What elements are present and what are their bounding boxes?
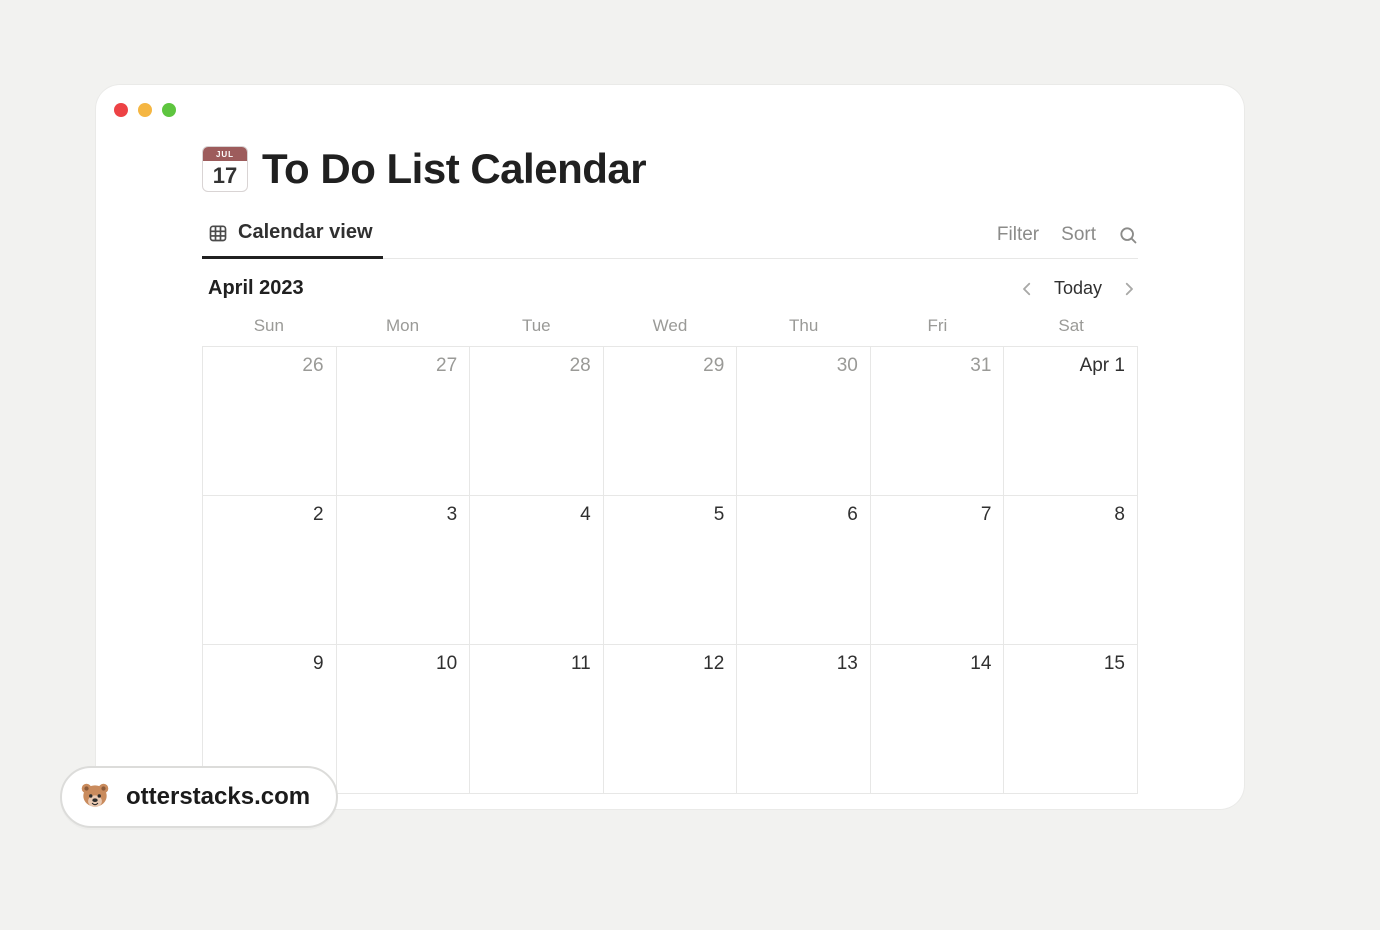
day-cell[interactable]: 26 xyxy=(203,347,337,496)
bottom-fade xyxy=(0,870,1380,930)
day-number: 29 xyxy=(703,355,724,377)
day-cell[interactable]: 28 xyxy=(470,347,604,496)
page-title-row: JUL 17 To Do List Calendar xyxy=(202,145,1138,193)
day-number: 5 xyxy=(714,504,725,526)
day-number: 3 xyxy=(447,504,458,526)
next-month-button[interactable] xyxy=(1120,280,1138,298)
month-nav: Today xyxy=(1018,278,1138,299)
source-badge[interactable]: otterstacks.com xyxy=(60,766,338,828)
day-cell[interactable]: 13 xyxy=(737,645,871,794)
day-cell[interactable]: 3 xyxy=(337,496,471,645)
day-number: 6 xyxy=(847,504,858,526)
day-number: 11 xyxy=(571,653,591,675)
day-cell[interactable]: 5 xyxy=(604,496,738,645)
dow-label: Thu xyxy=(737,316,871,346)
day-cell[interactable]: 4 xyxy=(470,496,604,645)
sort-button[interactable]: Sort xyxy=(1061,224,1096,246)
view-tabs: Calendar view Filter Sort xyxy=(202,221,1138,259)
page-content: JUL 17 To Do List Calendar Calendar view… xyxy=(96,117,1244,794)
calendar-icon-day: 17 xyxy=(203,161,247,191)
day-number: 12 xyxy=(703,653,724,675)
dow-label: Fri xyxy=(871,316,1005,346)
day-cell[interactable]: 14 xyxy=(871,645,1005,794)
day-cell[interactable]: Apr 1 xyxy=(1004,347,1138,496)
day-number: 10 xyxy=(436,653,457,675)
day-cell[interactable]: 30 xyxy=(737,347,871,496)
calendar-icon: JUL 17 xyxy=(202,146,248,192)
month-header: April 2023 Today xyxy=(202,277,1138,300)
app-window: JUL 17 To Do List Calendar Calendar view… xyxy=(96,85,1244,809)
prev-month-button[interactable] xyxy=(1018,280,1036,298)
calendar-icon-month: JUL xyxy=(203,147,247,161)
day-number: 28 xyxy=(570,355,591,377)
calendar-grid-icon xyxy=(208,223,228,243)
day-number: 26 xyxy=(302,355,323,377)
day-cell[interactable]: 7 xyxy=(871,496,1005,645)
day-cell[interactable]: 15 xyxy=(1004,645,1138,794)
source-badge-text: otterstacks.com xyxy=(126,783,310,811)
day-number: 2 xyxy=(313,504,324,526)
calendar-grid: Sun Mon Tue Wed Thu Fri Sat 262728293031… xyxy=(202,316,1138,794)
day-number: Apr 1 xyxy=(1080,355,1125,377)
day-cell[interactable]: 10 xyxy=(337,645,471,794)
day-number: 13 xyxy=(837,653,858,675)
day-cell[interactable]: 27 xyxy=(337,347,471,496)
day-number: 14 xyxy=(970,653,991,675)
day-number: 31 xyxy=(970,355,991,377)
day-cell[interactable]: 6 xyxy=(737,496,871,645)
dow-label: Sun xyxy=(202,316,336,346)
tab-calendar-view[interactable]: Calendar view xyxy=(202,221,383,259)
day-number: 7 xyxy=(981,504,992,526)
day-cell[interactable]: 12 xyxy=(604,645,738,794)
today-button[interactable]: Today xyxy=(1054,278,1102,299)
day-number: 8 xyxy=(1114,504,1125,526)
day-number: 9 xyxy=(313,653,324,675)
day-number: 15 xyxy=(1104,653,1125,675)
window-controls xyxy=(96,85,1244,117)
search-icon[interactable] xyxy=(1118,225,1138,245)
day-number: 27 xyxy=(436,355,457,377)
window-close-button[interactable] xyxy=(114,103,128,117)
day-cell[interactable]: 8 xyxy=(1004,496,1138,645)
filter-button[interactable]: Filter xyxy=(997,224,1039,246)
view-actions: Filter Sort xyxy=(997,224,1138,256)
day-cell[interactable]: 31 xyxy=(871,347,1005,496)
tab-label: Calendar view xyxy=(238,221,373,244)
days-grid: 26 27 28 29 30 31 Apr 1 2 3 4 5 6 7 8 9 10 11 12 13 14 15 xyxy=(202,346,1138,794)
day-cell[interactable]: 29 xyxy=(604,347,738,496)
dow-label: Wed xyxy=(603,316,737,346)
dow-label: Mon xyxy=(336,316,470,346)
month-label: April 2023 xyxy=(202,277,304,300)
day-number: 4 xyxy=(580,504,591,526)
window-zoom-button[interactable] xyxy=(162,103,176,117)
window-minimize-button[interactable] xyxy=(138,103,152,117)
day-cell[interactable]: 2 xyxy=(203,496,337,645)
dow-label: Sat xyxy=(1004,316,1138,346)
day-number: 30 xyxy=(837,355,858,377)
day-of-week-header: Sun Mon Tue Wed Thu Fri Sat xyxy=(202,316,1138,346)
day-cell[interactable]: 11 xyxy=(470,645,604,794)
page-title: To Do List Calendar xyxy=(262,145,646,193)
otter-icon xyxy=(78,780,112,814)
dow-label: Tue xyxy=(469,316,603,346)
